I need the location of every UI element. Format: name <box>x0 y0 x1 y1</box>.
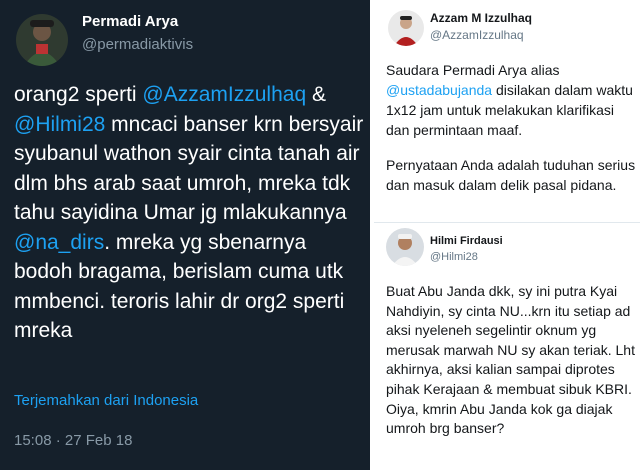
mention-link[interactable]: @ustadabujanda <box>386 82 492 98</box>
tweet-text: Saudara Permadi Arya alias @ustadabujand… <box>386 60 640 195</box>
author-name[interactable]: Hilmi Firdausi <box>430 235 503 247</box>
tweet-timestamp[interactable]: 15:08 · 27 Feb 18 <box>14 432 132 449</box>
tweet-text-segment: Saudara Permadi Arya alias <box>386 62 560 78</box>
mention-link[interactable]: @AzzamIzzulhaq <box>142 83 306 106</box>
azzam-avatar-icon[interactable] <box>388 10 424 46</box>
author-name[interactable]: Permadi Arya <box>82 13 178 30</box>
left-tweet-panel: Permadi Arya @permadiaktivis orang2 sper… <box>0 0 370 470</box>
tweet-divider <box>374 222 640 223</box>
author-handle[interactable]: @permadiaktivis <box>82 36 193 53</box>
tweet-text-paragraph: Pernyataan Anda adalah tuduhan serius da… <box>386 157 636 193</box>
translate-link[interactable]: Terjemahkan dari Indonesia <box>14 392 198 409</box>
mention-link[interactable]: @Hilmi28 <box>14 113 105 136</box>
author-handle[interactable]: @Hilmi28 <box>430 251 478 263</box>
tweet-text: Buat Abu Janda dkk, sy ini putra Kyai Na… <box>386 283 635 437</box>
tweet-text-segment: & <box>306 83 326 106</box>
author-name[interactable]: Azzam M Izzulhaq <box>430 11 532 25</box>
permadi-avatar-icon[interactable] <box>16 14 68 66</box>
hilmi-avatar-icon[interactable] <box>386 228 424 266</box>
tweet-text: orang2 sperti @AzzamIzzulhaq & @Hilmi28 … <box>14 80 366 346</box>
tweet-text-segment: orang2 sperti <box>14 83 143 106</box>
right-tweets-panel: Azzam M Izzulhaq @AzzamIzzulhaq Saudara … <box>374 0 640 470</box>
mention-link[interactable]: @na_dirs <box>14 231 104 254</box>
author-handle[interactable]: @AzzamIzzulhaq <box>430 28 524 42</box>
